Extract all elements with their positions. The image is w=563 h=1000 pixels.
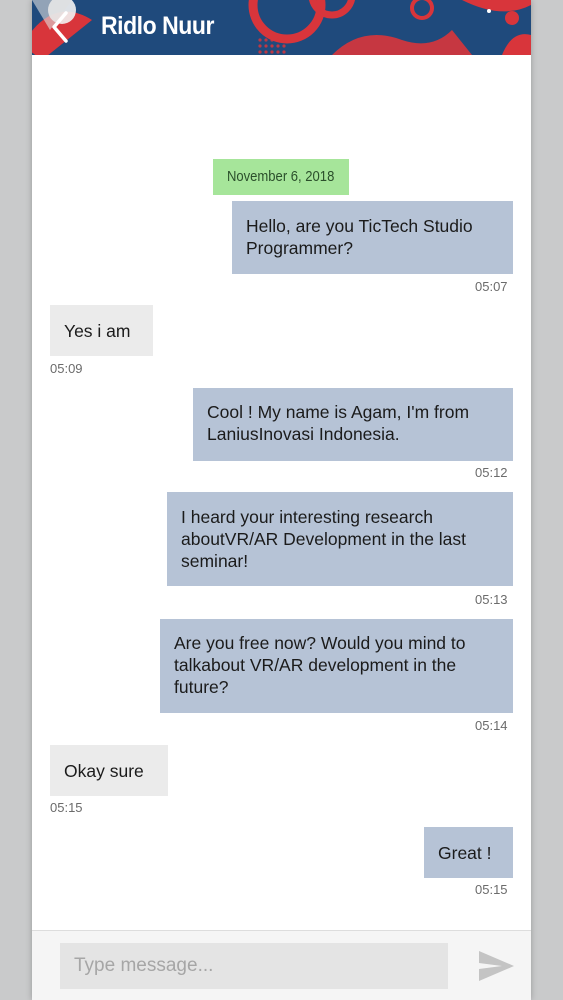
message-text-line: Are you free now? Would you mind to — [174, 633, 466, 653]
date-separator: November 6, 2018 — [213, 159, 349, 195]
message-time: 05:12 — [475, 465, 508, 480]
message-text-line: aboutVR/AR Development in the last — [181, 529, 467, 549]
message-composer — [32, 930, 531, 1000]
chat-screen: Ridlo Nuur November 6, 2018 Hello, are y… — [32, 0, 531, 1000]
overflow-menu-icon — [487, 9, 491, 13]
app-header: Ridlo Nuur — [32, 0, 531, 55]
message-input[interactable] — [60, 943, 448, 989]
date-separator-label: November 6, 2018 — [227, 169, 335, 185]
chevron-left-icon — [52, 11, 68, 43]
message-bubble-outgoing[interactable]: Great ! — [424, 827, 513, 878]
send-button[interactable] — [476, 948, 516, 984]
message-text-line: Cool ! My name is Agam, I'm from — [207, 402, 470, 422]
message-bubble-outgoing[interactable]: I heard your interesting research aboutV… — [167, 492, 513, 586]
overflow-menu-button[interactable] — [484, 6, 494, 16]
message-bubble-outgoing[interactable]: Cool ! My name is Agam, I'm from LaniusI… — [193, 388, 513, 461]
message-text-line: Okay sure — [64, 761, 144, 781]
message-bubble-incoming[interactable]: Yes i am — [50, 305, 153, 356]
message-time: 05:13 — [475, 592, 508, 607]
send-icon — [479, 951, 514, 981]
message-text-line: Hello, are you TicTech Studio — [246, 216, 473, 236]
back-button[interactable] — [46, 10, 76, 44]
message-time: 05:07 — [475, 279, 508, 294]
message-time: 05:15 — [475, 882, 508, 897]
message-time: 05:14 — [475, 718, 508, 733]
message-bubble-outgoing[interactable]: Hello, are you TicTech Studio Programmer… — [232, 201, 513, 274]
message-time: 05:15 — [50, 800, 83, 815]
message-text-line: Programmer? — [246, 238, 353, 258]
contact-name: Ridlo Nuur — [101, 12, 214, 40]
message-bubble-outgoing[interactable]: Are you free now? Would you mind to talk… — [160, 619, 513, 713]
message-text-line: LaniusInovasi Indonesia. — [207, 424, 400, 444]
message-time: 05:09 — [50, 361, 83, 376]
message-bubble-incoming[interactable]: Okay sure — [50, 745, 168, 796]
message-text-line: Yes i am — [64, 321, 131, 341]
message-text-line: seminar! — [181, 551, 249, 571]
message-text-line: future? — [174, 677, 229, 697]
message-text-line: I heard your interesting research — [181, 507, 433, 527]
message-text-line: Great ! — [438, 843, 492, 863]
message-text-line: talkabout VR/AR development in the — [174, 655, 457, 675]
